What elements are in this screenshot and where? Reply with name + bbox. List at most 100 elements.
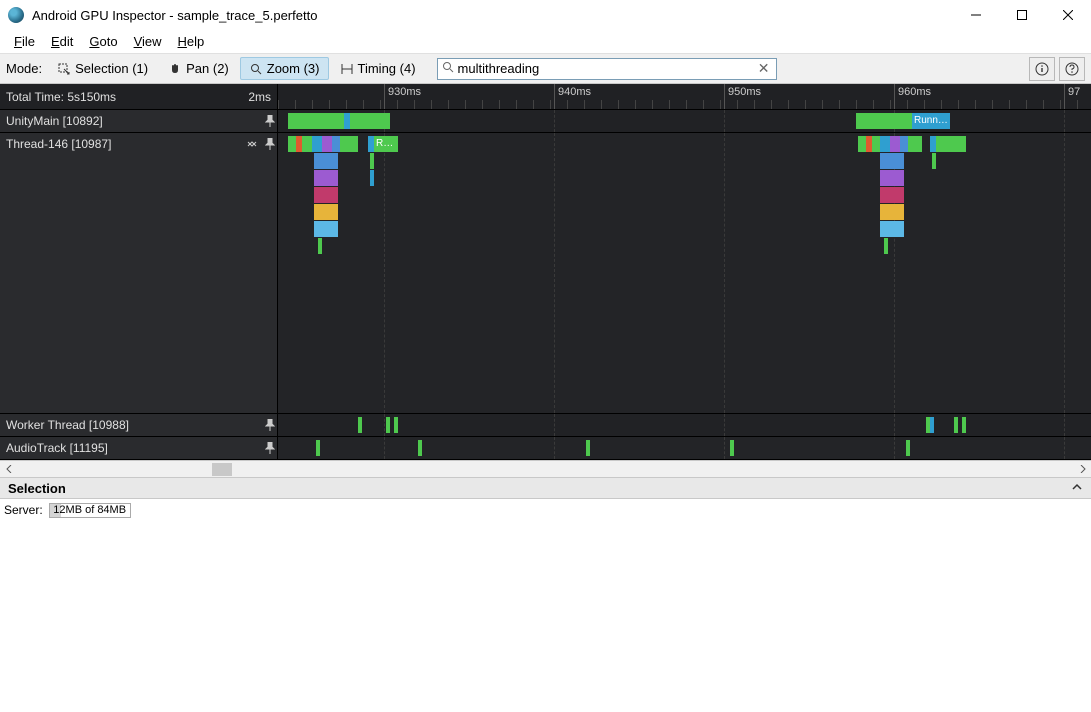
menu-view[interactable]: View <box>126 32 170 51</box>
mode-zoom-button[interactable]: Zoom (3) <box>240 57 329 80</box>
track-name-label: Worker Thread [10988] <box>6 418 259 432</box>
pin-icon[interactable] <box>263 137 277 151</box>
track-name-label: AudioTrack [11195] <box>6 441 259 455</box>
track-body[interactable] <box>278 437 1091 459</box>
timeline-slice[interactable] <box>880 136 890 152</box>
timeline-slice[interactable]: Runn… <box>912 113 950 129</box>
timeline-slice[interactable] <box>880 204 904 220</box>
timeline-slice[interactable] <box>872 136 880 152</box>
timeline-slice[interactable] <box>884 238 888 254</box>
window-title: Android GPU Inspector - sample_trace_5.p… <box>32 8 317 23</box>
timeline-panel: Total Time: 5s150ms 2ms 930ms940ms950ms9… <box>0 84 1091 460</box>
timeline-slice[interactable] <box>314 221 338 237</box>
timeline-slice[interactable] <box>370 153 374 169</box>
track-row[interactable]: Worker Thread [10988] <box>0 414 1091 437</box>
timeline-slice[interactable] <box>340 136 358 152</box>
timeline-slice[interactable] <box>962 417 966 433</box>
status-bar: Server: 12MB of 84MB <box>0 499 1091 521</box>
hand-icon <box>168 62 182 76</box>
track-body[interactable] <box>278 414 1091 436</box>
timeline-slice[interactable] <box>900 136 908 152</box>
timing-icon <box>340 62 354 76</box>
mode-pan-button[interactable]: Pan (2) <box>159 57 238 80</box>
scroll-thumb[interactable] <box>212 463 232 476</box>
timeline-slice[interactable] <box>932 153 936 169</box>
pin-icon[interactable] <box>263 418 277 432</box>
scroll-right-button[interactable] <box>1074 461 1091 478</box>
info-button[interactable] <box>1029 57 1055 81</box>
timeline-slice[interactable] <box>314 170 338 186</box>
track-gutter: UnityMain [10892] <box>0 110 278 132</box>
mode-selection-label: Selection (1) <box>75 61 148 76</box>
timeline-slice[interactable] <box>322 136 332 152</box>
search-input[interactable] <box>454 61 756 76</box>
window-maximize-button[interactable] <box>999 0 1045 30</box>
timeline-slice[interactable] <box>394 417 398 433</box>
app-icon <box>8 7 24 23</box>
timeline-slice[interactable] <box>930 417 934 433</box>
scroll-left-button[interactable] <box>0 461 17 478</box>
timeline-slice[interactable] <box>314 204 338 220</box>
timeline-slice[interactable] <box>302 136 312 152</box>
timeline-slice[interactable] <box>350 113 390 129</box>
menu-edit[interactable]: Edit <box>43 32 81 51</box>
track-row[interactable]: UnityMain [10892] Runn… <box>0 110 1091 133</box>
timeline-slice[interactable] <box>890 136 900 152</box>
window-minimize-button[interactable] <box>953 0 999 30</box>
ruler-major-tick: 930ms <box>384 84 421 109</box>
timeline-slice[interactable] <box>386 417 390 433</box>
timeline-slice[interactable] <box>288 113 344 129</box>
timeline-slice[interactable] <box>856 113 912 129</box>
timeline-slice[interactable] <box>880 221 904 237</box>
timeline-ruler[interactable]: 930ms940ms950ms960ms97 <box>278 84 1091 109</box>
track-row[interactable]: Thread-146 [10987]R… <box>0 133 1091 414</box>
timeline-slice[interactable] <box>332 136 340 152</box>
selection-panel-header[interactable]: Selection <box>0 477 1091 499</box>
scroll-track[interactable] <box>17 461 1074 478</box>
timeline-slice[interactable] <box>312 136 322 152</box>
memory-text: 12MB of 84MB <box>53 504 126 516</box>
track-name-label: UnityMain [10892] <box>6 114 259 128</box>
timeline-slice[interactable] <box>936 136 966 152</box>
timeline-slice[interactable] <box>288 136 296 152</box>
track-row[interactable]: AudioTrack [11195] <box>0 437 1091 460</box>
timeline-slice[interactable] <box>880 187 904 203</box>
timeline-ruler-gutter: Total Time: 5s150ms 2ms <box>0 84 278 109</box>
mode-timing-button[interactable]: Timing (4) <box>331 57 425 80</box>
timeline-slice[interactable] <box>858 136 866 152</box>
mode-selection-button[interactable]: Selection (1) <box>48 57 157 80</box>
horizontal-scrollbar[interactable] <box>0 460 1091 477</box>
pin-icon[interactable] <box>263 114 277 128</box>
timeline-slice[interactable] <box>316 440 320 456</box>
timeline-slice[interactable] <box>954 417 958 433</box>
pin-icon[interactable] <box>263 441 277 455</box>
mode-pan-label: Pan (2) <box>186 61 229 76</box>
timeline-slice[interactable] <box>314 153 338 169</box>
info-icon <box>1035 62 1049 76</box>
timeline-slice[interactable] <box>418 440 422 456</box>
timeline-slice[interactable] <box>908 136 922 152</box>
menu-goto[interactable]: Goto <box>81 32 125 51</box>
window-titlebar: Android GPU Inspector - sample_trace_5.p… <box>0 0 1091 30</box>
timeline-slice[interactable] <box>906 440 910 456</box>
collapse-icon[interactable] <box>245 137 259 151</box>
timeline-slice[interactable] <box>370 170 374 186</box>
timeline-tracks[interactable]: UnityMain [10892] Runn… Thread-146 [10987]… <box>0 110 1091 460</box>
timeline-slice[interactable]: R… <box>374 136 398 152</box>
timeline-slice[interactable] <box>880 170 904 186</box>
timeline-slice[interactable] <box>314 187 338 203</box>
timeline-slice[interactable] <box>318 238 322 254</box>
menu-help[interactable]: Help <box>170 32 213 51</box>
menu-file[interactable]: File <box>6 32 43 51</box>
window-close-button[interactable] <box>1045 0 1091 30</box>
search-box[interactable]: ✕ <box>437 58 777 80</box>
timeline-slice[interactable] <box>586 440 590 456</box>
selection-label: Selection <box>8 481 66 496</box>
track-body[interactable]: Runn… <box>278 110 1091 132</box>
timeline-slice[interactable] <box>880 153 904 169</box>
timeline-slice[interactable] <box>730 440 734 456</box>
track-body[interactable]: R… <box>278 133 1091 413</box>
timeline-slice[interactable] <box>358 417 362 433</box>
search-clear-button[interactable]: ✕ <box>756 60 772 77</box>
help-button[interactable] <box>1059 57 1085 81</box>
